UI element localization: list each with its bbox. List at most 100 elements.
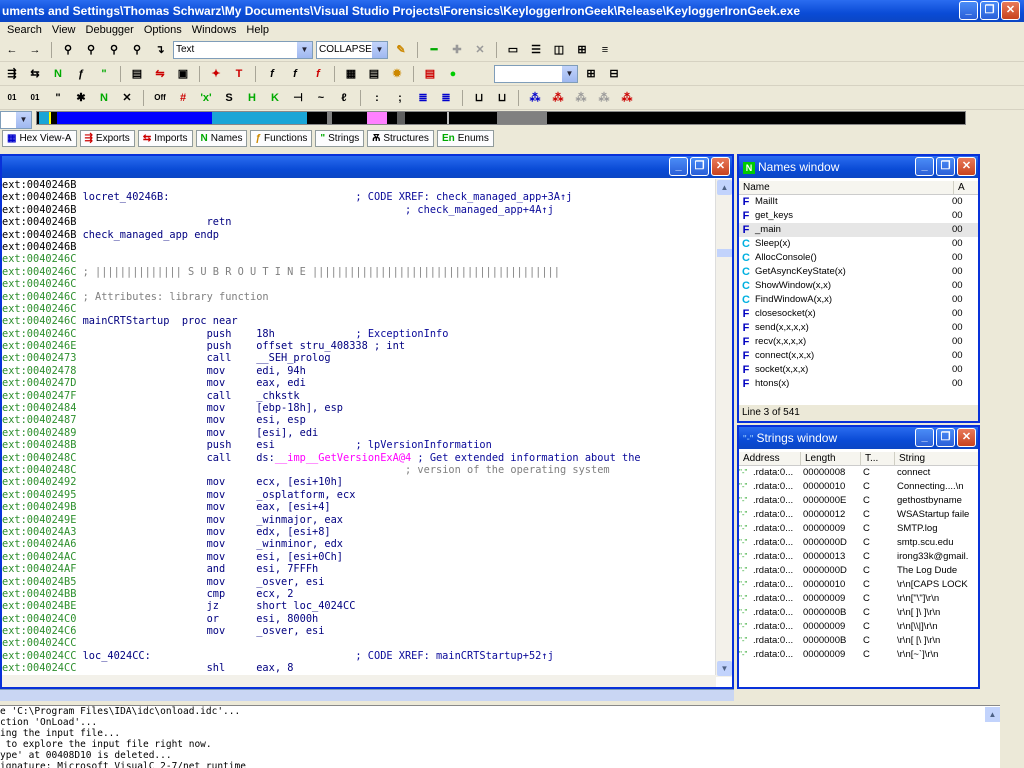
scroll-thumb[interactable] (717, 249, 732, 257)
disasm-line[interactable]: ext:0040248C ; version of the operating … (2, 464, 716, 476)
disasm-line[interactable]: ext:004024C0 or esi, 8000h (2, 613, 716, 625)
tab-exports[interactable]: ⇶ Exports (79, 130, 135, 147)
names-row[interactable]: F _main 00 (739, 223, 978, 237)
restore-icon[interactable]: ❐ (980, 1, 999, 20)
binoculars-text-icon[interactable]: ⚲ (104, 41, 124, 59)
names-list[interactable]: F MailIt 00 Fget_keys 00 F _main 00 C Sleep(x) 00 C… (739, 195, 978, 391)
disasm-line[interactable]: ext:0040246E push offset stru_408338 ; i… (2, 340, 716, 352)
tree5-icon[interactable]: ⁂ (617, 89, 637, 107)
disasm-line[interactable]: ext:0040247F call _chkstk (2, 390, 716, 402)
strings-row[interactable]: "-" .rdata:0... 00000010 C \r\n[CAPS LOCK (739, 578, 978, 592)
note-icon[interactable]: ▤ (420, 65, 440, 83)
tree-icon[interactable]: ⁂ (525, 89, 545, 107)
names-row[interactable]: C FindWindowA(x,x) 00 (739, 293, 978, 307)
function-end-icon[interactable]: f (308, 65, 328, 83)
disasm-line[interactable]: ext:0040246B (2, 241, 716, 253)
strings-row[interactable]: "-" .rdata:0... 0000000D Csmtp.scu.edu (739, 536, 978, 550)
function-icon[interactable]: f (262, 65, 282, 83)
minimize-icon[interactable]: _ (959, 1, 978, 20)
minimize-icon[interactable]: _ (915, 428, 934, 447)
disasm-line[interactable]: ext:0040246B locret_40246B: ; CODE XREF:… (2, 191, 716, 203)
names-row[interactable]: C GetAsyncKeyState(x) 00 (739, 265, 978, 279)
chevron-down-icon[interactable]: ▼ (562, 65, 577, 82)
disasm-line[interactable]: ext:0040246C (2, 253, 716, 265)
names-row[interactable]: C Sleep(x) 00 (739, 237, 978, 251)
functions-icon[interactable]: ƒ (71, 65, 91, 83)
binoculars-icon[interactable]: ⚲ (58, 41, 78, 59)
chevron-down-icon[interactable]: ▼ (16, 112, 31, 128)
bitwise-not-icon[interactable]: ~ (311, 89, 331, 107)
col-name[interactable]: Name (739, 181, 954, 194)
disasm-line[interactable]: ext:0040248C call ds:__imp__GetVersionEx… (2, 452, 716, 464)
strings-row[interactable]: "-" .rdata:0... 0000000B C \r\n[ [\ ]\r\n (739, 634, 978, 648)
col-length[interactable]: Length (801, 452, 861, 465)
segments-icon[interactable]: ▤ (127, 65, 147, 83)
binoculars-seq-icon[interactable]: ⚲ (127, 41, 147, 59)
disasm-line[interactable]: ext:004024A3 mov edx, [esi+8] (2, 526, 716, 538)
string-icon[interactable]: " (48, 89, 68, 107)
disasm-line[interactable]: ext:0040246C ; Attributes: library funct… (2, 291, 716, 303)
names-row[interactable]: Fget_keys 00 (739, 209, 978, 223)
strings-row[interactable]: "-" .rdata:0... 0000000B C \r\n[ ]\ ]\r\n (739, 606, 978, 620)
text-search-combo[interactable]: Text ▼ (173, 40, 313, 59)
binary-icon[interactable]: 01 (2, 89, 22, 107)
disasm-line[interactable]: ext:0040246C mainCRTStartup proc near (2, 315, 716, 327)
asterisk-icon[interactable]: ✱ (71, 89, 91, 107)
type-icon[interactable]: T (229, 65, 249, 83)
names-row[interactable]: C ShowWindow(x,x) 00 (739, 279, 978, 293)
tab-functions[interactable]: ƒ Functions (250, 130, 313, 147)
collapse-combo[interactable]: COLLAPSE ▼ (316, 40, 388, 59)
disasm-line[interactable]: ext:00402492 mov ecx, [esi+10h] (2, 476, 716, 488)
tree3-icon[interactable]: ⁂ (571, 89, 591, 107)
names-row[interactable]: Fhtons(x) 00 (739, 377, 978, 391)
layout-5-icon[interactable]: ≡ (595, 41, 615, 59)
strings-row[interactable]: "-" .rdata:0... 00000009 C SMTP.log (739, 522, 978, 536)
close-icon[interactable]: ✕ (957, 428, 976, 447)
close-icon[interactable]: ✕ (1001, 1, 1020, 20)
tab-strings[interactable]: " Strings (315, 130, 365, 147)
debug-opt-icon[interactable]: ⊞ (581, 65, 601, 83)
disasm-line[interactable]: ext:004024AC mov esi, [esi+0Ch] (2, 551, 716, 563)
chevron-down-icon[interactable]: ▼ (297, 41, 312, 58)
strings-row[interactable]: "-" .rdata:0... 00000009 C \r\n[\\|]\r\n (739, 620, 978, 634)
restore-icon[interactable]: ❐ (936, 428, 955, 447)
minimize-icon[interactable]: _ (669, 157, 688, 176)
menu-debugger[interactable]: Debugger (81, 22, 139, 38)
names-row[interactable]: Fconnect(x,x,x) 00 (739, 349, 978, 363)
array-icon[interactable]: ⊔ (469, 89, 489, 107)
names-row[interactable]: C AllocConsole() 00 (739, 251, 978, 265)
disasm-line[interactable]: ext:0040246B retn (2, 216, 716, 228)
restore-icon[interactable]: ❐ (690, 157, 709, 176)
back-icon[interactable]: ← (2, 41, 22, 59)
col-string[interactable]: String (895, 452, 975, 465)
name-icon[interactable]: N (94, 89, 114, 107)
strings-list[interactable]: "-" .rdata:0... 00000008 Cconnect "-" .rdata:… (739, 466, 978, 662)
col-address[interactable]: Address (739, 452, 801, 465)
disasm-line[interactable]: ext:0040246B ; check_managed_app+4A↑j (2, 204, 716, 216)
segment-icon[interactable]: S (219, 89, 239, 107)
menu-view[interactable]: View (47, 22, 81, 38)
layout-4-icon[interactable]: ⊞ (572, 41, 592, 59)
forward-icon[interactable]: → (25, 41, 45, 59)
colon-icon[interactable]: : (367, 89, 387, 107)
tree4-icon[interactable]: ⁂ (594, 89, 614, 107)
strings-icon[interactable]: " (94, 65, 114, 83)
col-address[interactable]: A (954, 181, 978, 194)
struct-icon[interactable]: ≣ (413, 89, 433, 107)
run-icon[interactable]: ● (443, 65, 463, 83)
xrefs-icon[interactable]: ⇋ (150, 65, 170, 83)
names-row[interactable]: F MailIt 00 (739, 195, 978, 209)
disasm-line[interactable]: ext:0040246C (2, 303, 716, 315)
segment-combo[interactable]: ▼ (0, 111, 32, 129)
x-icon[interactable]: ✕ (470, 41, 490, 59)
disasm-line[interactable]: ext:004024CC loc_4024CC: ; CODE XREF: ma… (2, 650, 716, 662)
tab-hex-view[interactable]: ▦ Hex View-A (2, 130, 77, 147)
close-icon[interactable]: ✕ (957, 157, 976, 176)
struct2-icon[interactable]: ≣ (436, 89, 456, 107)
disasm-line[interactable]: ext:0040246C push 18h ; ExceptionInfo (2, 328, 716, 340)
hash-icon[interactable]: # (173, 89, 193, 107)
graph-icon[interactable]: ▣ (173, 65, 193, 83)
chevron-up-icon[interactable]: ▲ (985, 707, 1000, 722)
undefine-icon[interactable]: ✕ (117, 89, 137, 107)
disasm-line[interactable]: ext:004024BE jz short loc_4024CC (2, 600, 716, 612)
